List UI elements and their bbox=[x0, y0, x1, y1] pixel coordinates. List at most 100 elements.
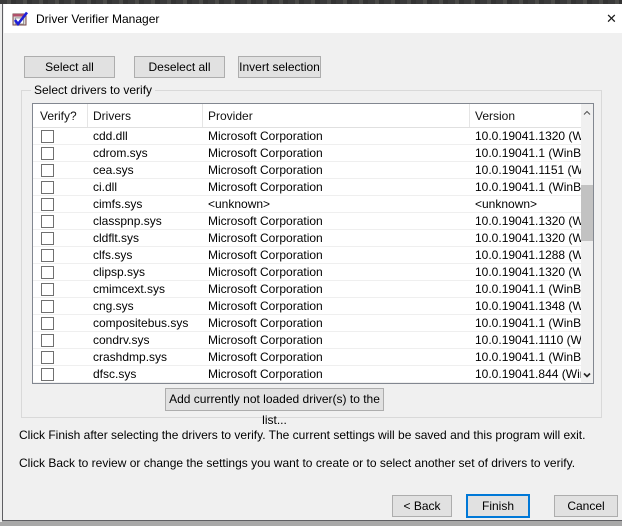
version-cell: 10.0.19041.1320 (Wi... bbox=[470, 231, 582, 245]
verify-checkbox[interactable] bbox=[41, 232, 54, 245]
provider-cell: Microsoft Corporation bbox=[203, 214, 470, 228]
verify-checkbox[interactable] bbox=[41, 147, 54, 160]
provider-cell: Microsoft Corporation bbox=[203, 146, 470, 160]
scroll-thumb[interactable] bbox=[581, 185, 593, 241]
provider-cell: Microsoft Corporation bbox=[203, 248, 470, 262]
vertical-scrollbar[interactable] bbox=[581, 104, 593, 383]
column-header-provider[interactable]: Provider bbox=[203, 104, 470, 127]
driver-verifier-manager-window: Driver Verifier Manager ✕ Select all Des… bbox=[2, 4, 622, 521]
verify-checkbox[interactable] bbox=[41, 266, 54, 279]
driver-table[interactable]: Verify? Drivers Provider Version cdd.dll… bbox=[32, 103, 594, 384]
driver-cell: cdd.dll bbox=[88, 129, 203, 143]
version-cell: 10.0.19041.844 (Win... bbox=[470, 367, 582, 381]
add-not-loaded-drivers-button[interactable]: Add currently not loaded driver(s) to th… bbox=[165, 388, 384, 411]
provider-cell: <unknown> bbox=[203, 197, 470, 211]
table-row[interactable]: cimfs.sys <unknown> <unknown> bbox=[33, 196, 582, 213]
verify-checkbox[interactable] bbox=[41, 249, 54, 262]
version-cell: 10.0.19041.1320 (Wi... bbox=[470, 129, 582, 143]
finish-instruction-text: Click Finish after selecting the drivers… bbox=[19, 428, 615, 442]
version-cell: 10.0.19041.1 (WinBui... bbox=[470, 350, 582, 364]
driver-cell: crashdmp.sys bbox=[88, 350, 203, 364]
driver-cell: clfs.sys bbox=[88, 248, 203, 262]
table-row[interactable]: ci.dll Microsoft Corporation 10.0.19041.… bbox=[33, 179, 582, 196]
back-button[interactable]: < Back bbox=[392, 495, 452, 517]
deselect-all-button[interactable]: Deselect all bbox=[134, 56, 225, 78]
driver-cell: cldflt.sys bbox=[88, 231, 203, 245]
driver-cell: ci.dll bbox=[88, 180, 203, 194]
cancel-button[interactable]: Cancel bbox=[554, 495, 618, 517]
titlebar: Driver Verifier Manager ✕ bbox=[4, 4, 622, 33]
version-cell: <unknown> bbox=[470, 197, 582, 211]
table-row[interactable]: cdd.dll Microsoft Corporation 10.0.19041… bbox=[33, 128, 582, 145]
driver-cell: cmimcext.sys bbox=[88, 282, 203, 296]
close-button[interactable]: ✕ bbox=[606, 11, 622, 27]
column-header-drivers[interactable]: Drivers bbox=[88, 104, 203, 127]
provider-cell: Microsoft Corporation bbox=[203, 265, 470, 279]
table-row[interactable]: cdrom.sys Microsoft Corporation 10.0.190… bbox=[33, 145, 582, 162]
finish-button[interactable]: Finish bbox=[466, 494, 530, 518]
verify-checkbox[interactable] bbox=[41, 130, 54, 143]
version-cell: 10.0.19041.1320 (Wi... bbox=[470, 214, 582, 228]
verify-checkbox[interactable] bbox=[41, 317, 54, 330]
column-header-verify[interactable]: Verify? bbox=[33, 104, 88, 127]
column-header-version[interactable]: Version bbox=[470, 104, 593, 127]
table-body: cdd.dll Microsoft Corporation 10.0.19041… bbox=[33, 128, 582, 383]
provider-cell: Microsoft Corporation bbox=[203, 163, 470, 177]
driver-cell: cng.sys bbox=[88, 299, 203, 313]
version-cell: 10.0.19041.1 (WinBui... bbox=[470, 146, 582, 160]
groupbox-label: Select drivers to verify bbox=[31, 83, 155, 97]
scroll-down-button[interactable] bbox=[581, 366, 593, 383]
version-cell: 10.0.19041.1 (WinBui... bbox=[470, 316, 582, 330]
table-row[interactable]: clfs.sys Microsoft Corporation 10.0.1904… bbox=[33, 247, 582, 264]
verify-checkbox[interactable] bbox=[41, 351, 54, 364]
back-instruction-text: Click Back to review or change the setti… bbox=[19, 456, 615, 470]
version-cell: 10.0.19041.1 (WinBui... bbox=[470, 180, 582, 194]
version-cell: 10.0.19041.1 (WinBui... bbox=[470, 282, 582, 296]
invert-selection-button[interactable]: Invert selection bbox=[238, 56, 321, 78]
driver-cell: condrv.sys bbox=[88, 333, 203, 347]
provider-cell: Microsoft Corporation bbox=[203, 350, 470, 364]
provider-cell: Microsoft Corporation bbox=[203, 299, 470, 313]
chevron-down-icon bbox=[583, 371, 591, 379]
provider-cell: Microsoft Corporation bbox=[203, 367, 470, 381]
provider-cell: Microsoft Corporation bbox=[203, 282, 470, 296]
version-cell: 10.0.19041.1288 (Wi... bbox=[470, 248, 582, 262]
table-row[interactable]: cea.sys Microsoft Corporation 10.0.19041… bbox=[33, 162, 582, 179]
chevron-up-icon bbox=[583, 109, 591, 117]
version-cell: 10.0.19041.1348 (Wi... bbox=[470, 299, 582, 313]
verify-checkbox[interactable] bbox=[41, 368, 54, 381]
table-row[interactable]: condrv.sys Microsoft Corporation 10.0.19… bbox=[33, 332, 582, 349]
verify-checkbox[interactable] bbox=[41, 300, 54, 313]
driver-cell: clipsp.sys bbox=[88, 265, 203, 279]
version-cell: 10.0.19041.1110 (Wi... bbox=[470, 333, 582, 347]
table-row[interactable]: dfsc.sys Microsoft Corporation 10.0.1904… bbox=[33, 366, 582, 383]
provider-cell: Microsoft Corporation bbox=[203, 129, 470, 143]
table-row[interactable]: cng.sys Microsoft Corporation 10.0.19041… bbox=[33, 298, 582, 315]
scroll-up-button[interactable] bbox=[581, 104, 593, 121]
table-row[interactable]: clipsp.sys Microsoft Corporation 10.0.19… bbox=[33, 264, 582, 281]
version-cell: 10.0.19041.1151 (Wi... bbox=[470, 163, 582, 177]
verify-checkbox[interactable] bbox=[41, 164, 54, 177]
verify-checkbox[interactable] bbox=[41, 198, 54, 211]
provider-cell: Microsoft Corporation bbox=[203, 180, 470, 194]
table-row[interactable]: cldflt.sys Microsoft Corporation 10.0.19… bbox=[33, 230, 582, 247]
provider-cell: Microsoft Corporation bbox=[203, 333, 470, 347]
close-icon: ✕ bbox=[606, 11, 617, 26]
driver-cell: cdrom.sys bbox=[88, 146, 203, 160]
verify-checkbox[interactable] bbox=[41, 283, 54, 296]
verify-checkbox[interactable] bbox=[41, 181, 54, 194]
table-row[interactable]: cmimcext.sys Microsoft Corporation 10.0.… bbox=[33, 281, 582, 298]
verify-checkbox[interactable] bbox=[41, 334, 54, 347]
screen: Driver Verifier Manager ✕ Select all Des… bbox=[0, 0, 622, 526]
table-row[interactable]: classpnp.sys Microsoft Corporation 10.0.… bbox=[33, 213, 582, 230]
driver-cell: cimfs.sys bbox=[88, 197, 203, 211]
select-all-button[interactable]: Select all bbox=[24, 56, 115, 78]
table-row[interactable]: compositebus.sys Microsoft Corporation 1… bbox=[33, 315, 582, 332]
table-row[interactable]: crashdmp.sys Microsoft Corporation 10.0.… bbox=[33, 349, 582, 366]
verify-checkbox[interactable] bbox=[41, 215, 54, 228]
table-header: Verify? Drivers Provider Version bbox=[33, 104, 593, 128]
provider-cell: Microsoft Corporation bbox=[203, 231, 470, 245]
version-cell: 10.0.19041.1320 (Wi... bbox=[470, 265, 582, 279]
provider-cell: Microsoft Corporation bbox=[203, 316, 470, 330]
driver-cell: compositebus.sys bbox=[88, 316, 203, 330]
